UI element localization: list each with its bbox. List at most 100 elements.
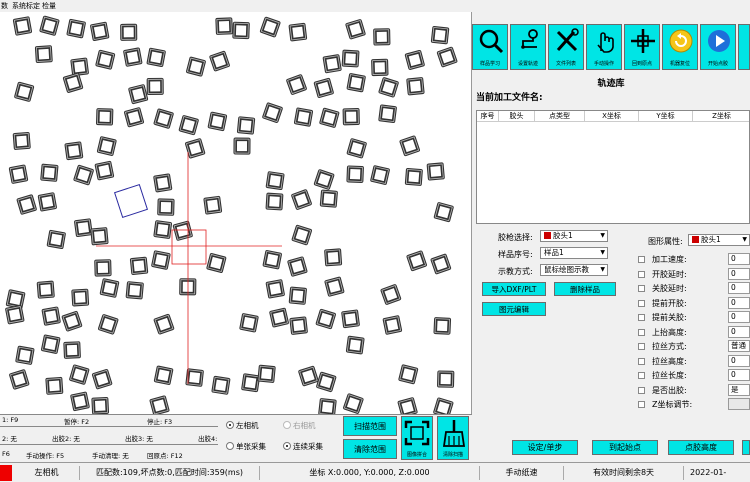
part-blob: [209, 50, 230, 72]
part-blob: [96, 108, 114, 126]
part-blob: [433, 202, 454, 223]
status-license: 有效时间剩余8天: [564, 466, 684, 480]
selection-box: [113, 183, 149, 219]
part-blob: [64, 141, 84, 161]
overflow-button[interactable]: [742, 440, 750, 455]
glue-color-swatch: [544, 232, 551, 239]
param-label: 拉丝方式:: [652, 342, 687, 351]
part-blob: [406, 250, 427, 272]
param-checkbox[interactable]: [638, 386, 645, 394]
part-blob: [382, 315, 403, 335]
param-value-field[interactable]: [728, 398, 750, 410]
camera-view[interactable]: [0, 12, 472, 414]
display-mode-select[interactable]: 鼠标绘图示教 ▼: [540, 264, 608, 276]
part-blob: [313, 77, 334, 98]
part-blob: [436, 46, 458, 68]
sample-learn-button[interactable]: 样品学习: [472, 24, 508, 70]
set-track-button[interactable]: 设置轨迹: [510, 24, 546, 70]
param-value-field[interactable]: 0: [728, 282, 750, 294]
part-blob: [146, 77, 164, 95]
part-blob: [63, 341, 81, 359]
hotkey-info-panel: 1: F9 暂停: F2 停止: F3 2: 无 出胶2: 无 出胶3: 无 出…: [0, 414, 472, 462]
param-checkbox[interactable]: [638, 357, 645, 365]
machine-reset-button[interactable]: 机器复位: [662, 24, 698, 70]
to-start-button[interactable]: 到起始点: [592, 440, 658, 455]
param-value-field[interactable]: 是: [728, 383, 750, 396]
part-blob: [128, 84, 149, 105]
continuous-capture-radio[interactable]: [283, 442, 291, 450]
part-blob: [90, 21, 110, 41]
param-checkbox[interactable]: [638, 343, 645, 350]
column-header[interactable]: Z坐标: [693, 111, 749, 122]
status-match: 匹配数:109,坏点数:0,匹配时间:359(ms): [80, 466, 260, 480]
param-checkbox[interactable]: [638, 285, 645, 292]
param-checkbox[interactable]: [638, 299, 645, 307]
file-list-button[interactable]: 文件列表: [548, 24, 584, 70]
column-header[interactable]: 胶头: [499, 111, 535, 122]
column-header[interactable]: Y坐标: [639, 111, 693, 122]
menu-item-calibration[interactable]: 系统标定: [12, 1, 40, 11]
right-camera-radio[interactable]: [283, 421, 291, 429]
single-capture-radio[interactable]: [226, 442, 234, 450]
param-checkbox[interactable]: [638, 328, 645, 336]
clear-range-button[interactable]: 清除范围: [343, 439, 397, 459]
part-blob: [46, 229, 66, 250]
reset-icon: [669, 29, 693, 53]
part-blob: [346, 165, 364, 183]
start-glue-button[interactable]: 开始点胶: [700, 24, 736, 70]
glue-gun-select[interactable]: 胶头1 ▼: [540, 230, 608, 242]
menu-item[interactable]: 数: [1, 1, 8, 11]
param-value-field[interactable]: 0: [728, 311, 750, 323]
param-value-field[interactable]: 0: [728, 354, 750, 367]
param-value-field[interactable]: 0: [728, 253, 750, 265]
broom-icon: [442, 420, 466, 447]
hotkey-stop: 停止: F3: [147, 418, 173, 426]
sample-no-select[interactable]: 样品1 ▼: [540, 247, 608, 259]
part-blob: [36, 280, 55, 299]
part-blob: [404, 167, 423, 186]
part-blob: [71, 288, 90, 307]
manual-operation-button[interactable]: 手动操作: [586, 24, 622, 70]
param-checkbox[interactable]: [638, 401, 645, 408]
glue-output-1: 2: 无: [2, 435, 17, 443]
param-value-field[interactable]: 0: [728, 369, 750, 381]
toolbar-overflow-button[interactable]: [738, 24, 750, 70]
set-step-button[interactable]: 设定/单步: [512, 440, 578, 455]
glue-height-button[interactable]: 点胶高度: [668, 440, 734, 455]
param-checkbox[interactable]: [638, 314, 645, 321]
param-label: 开胶延时:: [652, 269, 687, 279]
return-origin-button[interactable]: 回到原点: [624, 24, 660, 70]
param-checkbox[interactable]: [638, 372, 645, 379]
part-blob: [341, 49, 360, 68]
image-stitch-button[interactable]: 图像拼合: [401, 416, 433, 460]
part-blob: [313, 169, 335, 190]
continuous-capture-label: 连续采集: [293, 442, 323, 451]
param-value-field[interactable]: 普通: [728, 340, 750, 352]
edit-element-button[interactable]: 图元编辑: [482, 302, 546, 316]
delete-sample-button[interactable]: 删除样品: [554, 282, 616, 296]
part-blob: [433, 317, 452, 335]
track-table[interactable]: 序号 胶头 点类型 X坐标 Y坐标 Z坐标: [476, 110, 750, 224]
part-blob: [120, 23, 138, 41]
main-toolbar: 样品学习 设置轨迹 文件列表 手动操作 回到原点 机器复位 开始点胶: [472, 24, 750, 70]
param-checkbox[interactable]: [638, 270, 645, 278]
param-checkbox[interactable]: [638, 256, 645, 263]
param-value-field[interactable]: 0: [728, 296, 750, 309]
column-header[interactable]: 点类型: [535, 111, 585, 122]
part-blob: [70, 57, 89, 77]
left-camera-radio[interactable]: [226, 421, 234, 429]
import-dxf-button[interactable]: 导入DXF/PLT: [482, 282, 546, 296]
scan-range-button[interactable]: 扫描范围: [343, 416, 397, 436]
part-blob: [207, 111, 228, 132]
track-library-title: 轨迹库: [597, 79, 625, 89]
part-blob: [269, 307, 289, 328]
glue-output-2: 出胶2: 无: [52, 435, 80, 443]
column-header[interactable]: 序号: [477, 111, 499, 122]
route-icon: [521, 29, 538, 49]
clear-scan-button[interactable]: 清除扫描: [437, 416, 469, 460]
param-value-field[interactable]: 0: [728, 267, 750, 280]
column-header[interactable]: X坐标: [585, 111, 639, 122]
shape-attr-select[interactable]: 胶头1 ▼: [688, 234, 750, 246]
menu-item-inspect[interactable]: 检量: [42, 1, 56, 11]
param-value-field[interactable]: 0: [728, 325, 750, 338]
